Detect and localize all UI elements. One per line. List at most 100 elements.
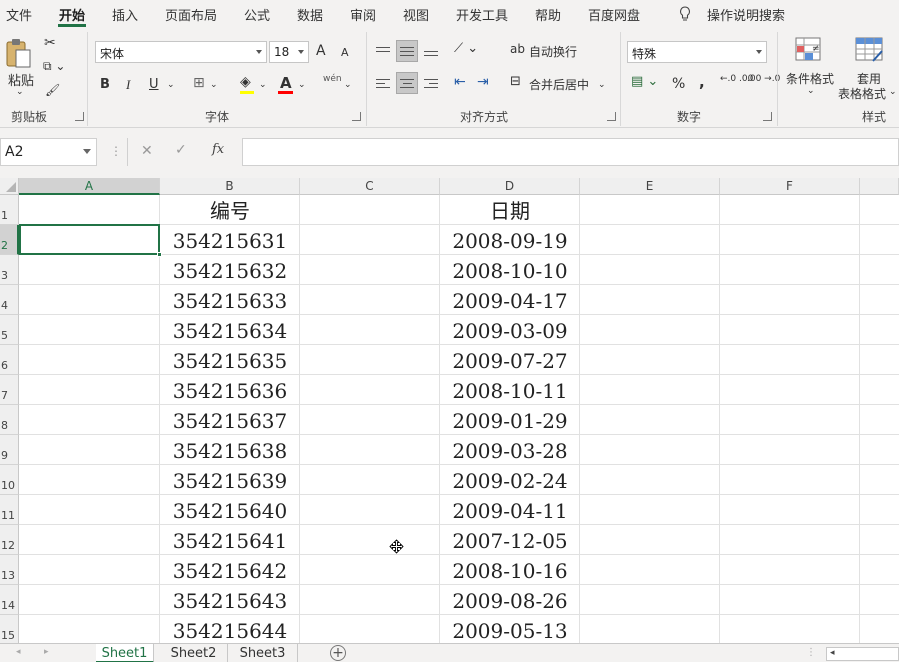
row-header-15[interactable]: 15 (0, 615, 19, 643)
phonetic-button[interactable]: wén (323, 74, 342, 84)
chevron-down-icon[interactable] (83, 149, 91, 154)
sheet-tab-sheet2[interactable]: Sheet2 (160, 644, 228, 662)
align-center-icon[interactable] (396, 72, 418, 94)
align-bottom-icon[interactable] (422, 44, 440, 62)
tab-page-layout[interactable]: 页面布局 (165, 5, 217, 24)
sheet-tab-sheet1[interactable]: Sheet1 (96, 644, 154, 662)
cell-date[interactable]: 2009-05-13 (440, 615, 580, 643)
orientation-icon[interactable]: ⟋ ⌄ (454, 41, 478, 56)
cell-id[interactable]: 354215642 (160, 555, 300, 585)
merge-dropdown-icon[interactable]: ⌄ (598, 80, 606, 90)
column-header-a[interactable]: A (19, 178, 160, 195)
tab-file[interactable]: 文件 (6, 5, 32, 24)
formula-input[interactable] (242, 138, 899, 166)
cell-date[interactable]: 2008-10-11 (440, 375, 580, 405)
format-as-table-button[interactable]: 表格格式 (838, 85, 886, 102)
number-launcher-icon[interactable] (763, 112, 772, 121)
cell-id[interactable]: 354215644 (160, 615, 300, 643)
column-header-d[interactable]: D (440, 178, 580, 195)
cell-date[interactable]: 2008-10-10 (440, 255, 580, 285)
cell-date[interactable]: 2009-07-27 (440, 345, 580, 375)
format-as-table-icon[interactable] (855, 37, 885, 65)
row-header-14[interactable]: 14 (0, 585, 19, 615)
column-header-b[interactable]: B (160, 178, 300, 195)
merge-center-button[interactable]: 合并后居中 (529, 76, 589, 93)
add-sheet-icon[interactable]: + (330, 645, 346, 661)
cell-date[interactable]: 2007-12-05 (440, 525, 580, 555)
more-options-icon[interactable]: ⋮ (806, 647, 816, 658)
fill-color-icon[interactable]: ◈ (240, 74, 251, 90)
name-box[interactable]: A2 (0, 138, 97, 166)
paste-icon[interactable] (4, 36, 34, 70)
enter-icon[interactable]: ✓ (175, 142, 187, 158)
cancel-icon[interactable]: ✕ (141, 143, 153, 159)
tab-developer[interactable]: 开发工具 (456, 5, 508, 24)
row-header-11[interactable]: 11 (0, 495, 19, 525)
select-all-button[interactable] (0, 178, 19, 195)
row-header-2[interactable]: 2 (0, 225, 19, 255)
cell-id[interactable]: 354215638 (160, 435, 300, 465)
decrease-indent-icon[interactable]: ⇤ (454, 74, 466, 90)
number-format-combo[interactable]: 特殊 (627, 41, 767, 63)
row-header-8[interactable]: 8 (0, 405, 19, 435)
column-header-overflow[interactable] (860, 178, 899, 195)
align-left-icon[interactable] (374, 74, 392, 92)
tab-data[interactable]: 数据 (297, 5, 323, 24)
tell-me-search[interactable]: 操作说明搜索 (707, 5, 785, 24)
row-header-1[interactable]: 1 (0, 195, 19, 225)
row-header-6[interactable]: 6 (0, 345, 19, 375)
wrap-text-button[interactable]: 自动换行 (529, 43, 577, 60)
cell-id[interactable]: 354215631 (160, 225, 300, 255)
cell-id[interactable]: 354215635 (160, 345, 300, 375)
table-format-dropdown-icon[interactable]: ⌄ (889, 87, 897, 97)
row-header-12[interactable]: 12 (0, 525, 19, 555)
cell-date[interactable]: 2009-03-28 (440, 435, 580, 465)
lightbulb-icon[interactable] (679, 6, 691, 22)
cell-date[interactable]: 2009-02-24 (440, 465, 580, 495)
border-dropdown-icon[interactable]: ⌄ (210, 80, 218, 90)
cell-date[interactable]: 2009-04-11 (440, 495, 580, 525)
cell-date[interactable]: 2009-04-17 (440, 285, 580, 315)
row-header-10[interactable]: 10 (0, 465, 19, 495)
conditional-formatting-icon[interactable]: ≠ (795, 37, 825, 65)
drag-handle-icon[interactable]: ⋮ (110, 144, 122, 158)
cell-date[interactable]: 2009-01-29 (440, 405, 580, 435)
scroll-tabs-left-icon[interactable]: ◂ (16, 647, 21, 657)
align-right-icon[interactable] (422, 74, 440, 92)
cell-date[interactable]: 2009-08-26 (440, 585, 580, 615)
row-header-4[interactable]: 4 (0, 285, 19, 315)
cell-id[interactable]: 354215636 (160, 375, 300, 405)
cell-id[interactable]: 354215633 (160, 285, 300, 315)
italic-button[interactable]: I (126, 77, 130, 93)
conditional-formatting-button[interactable]: 条件格式 (786, 70, 834, 87)
cell-d1-header[interactable]: 日期 (440, 195, 580, 225)
fill-handle[interactable] (157, 252, 162, 257)
decrease-decimal-button[interactable]: .00 →.0 (747, 75, 780, 84)
tab-view[interactable]: 视图 (403, 5, 429, 24)
shrink-font-button[interactable]: A (341, 46, 349, 59)
comma-style-button[interactable]: , (699, 73, 705, 91)
clipboard-launcher-icon[interactable] (75, 112, 84, 121)
cell-id[interactable]: 354215640 (160, 495, 300, 525)
font-color-dropdown-icon[interactable]: ⌄ (298, 80, 306, 90)
column-header-c[interactable]: C (300, 178, 440, 195)
tab-review[interactable]: 审阅 (350, 5, 376, 24)
cell-date[interactable]: 2008-09-19 (440, 225, 580, 255)
increase-indent-icon[interactable]: ⇥ (477, 74, 489, 90)
scroll-tabs-right-icon[interactable]: ▸ (44, 647, 49, 657)
paste-dropdown-icon[interactable]: ⌄ (16, 87, 24, 97)
cell-id[interactable]: 354215637 (160, 405, 300, 435)
tab-help[interactable]: 帮助 (535, 5, 561, 24)
active-cell-a2[interactable] (19, 224, 160, 255)
cell-date[interactable]: 2008-10-16 (440, 555, 580, 585)
tab-baidu-netdisk[interactable]: 百度网盘 (588, 5, 640, 24)
insert-function-button[interactable]: fx (212, 142, 224, 157)
row-header-13[interactable]: 13 (0, 555, 19, 585)
cell-id[interactable]: 354215643 (160, 585, 300, 615)
format-painter-icon[interactable]: 🖌 (45, 83, 60, 97)
sheet-tab-sheet3[interactable]: Sheet3 (228, 644, 298, 662)
cut-icon[interactable]: ✂ (44, 35, 56, 51)
grow-font-button[interactable]: A (316, 43, 326, 59)
row-header-5[interactable]: 5 (0, 315, 19, 345)
font-name-combo[interactable]: 宋体 (95, 41, 267, 63)
